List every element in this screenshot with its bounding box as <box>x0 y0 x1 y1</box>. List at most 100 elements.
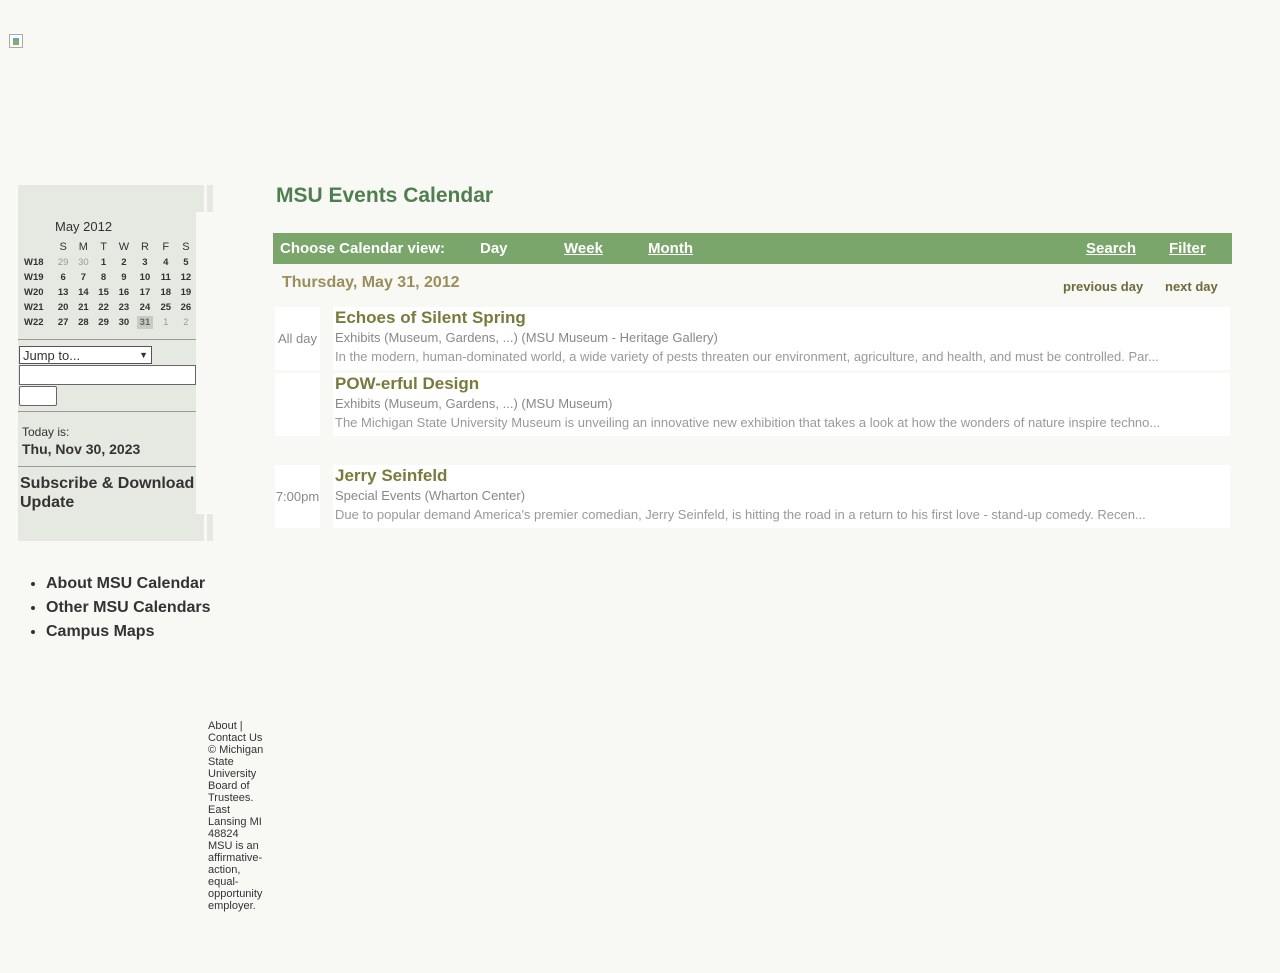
footer: About | Contact Us © Michigan State Univ… <box>208 720 264 912</box>
day-link[interactable]: 22 <box>94 300 114 315</box>
event-item: 7:00pm Jerry Seinfeld Special Events (Wh… <box>275 465 1230 528</box>
day-link[interactable]: 18 <box>156 285 176 300</box>
month-view-tab[interactable]: Month <box>648 240 693 257</box>
week-link[interactable]: W22 <box>21 315 53 330</box>
weekday-header: M <box>78 240 88 253</box>
subscribe-download-link[interactable]: Subscribe & Download <box>20 474 196 493</box>
day-link[interactable]: 1 <box>94 255 114 270</box>
day-link[interactable]: 30 <box>73 255 93 270</box>
broken-image-icon <box>9 34 23 48</box>
about-msu-calendar-link[interactable]: About MSU Calendar <box>46 574 210 598</box>
day-link[interactable]: 28 <box>73 315 93 330</box>
today-label: Today is: <box>22 425 70 439</box>
go-button[interactable] <box>19 386 57 406</box>
day-link[interactable]: 17 <box>134 285 156 300</box>
week-row: W22 27 28 29 30 31 1 2 <box>21 315 196 330</box>
event-body: POW-erful Design Exhibits (Museum, Garde… <box>333 373 1230 436</box>
event-title-link[interactable]: Jerry Seinfeld <box>335 466 1230 486</box>
day-link[interactable]: 7 <box>73 270 93 285</box>
event-category: Exhibits (Museum, Gardens, ...) (MSU Mus… <box>335 330 718 345</box>
day-link[interactable]: 23 <box>114 300 135 315</box>
choose-view-label: Choose Calendar view: <box>280 240 446 257</box>
day-link[interactable]: 24 <box>134 300 156 315</box>
day-link[interactable]: 29 <box>94 315 114 330</box>
previous-day-link[interactable]: previous day <box>1063 279 1143 294</box>
other-msu-calendars-link[interactable]: Other MSU Calendars <box>46 598 210 622</box>
day-link[interactable]: 11 <box>156 270 176 285</box>
event-category: Exhibits (Museum, Gardens, ...) (MSU Mus… <box>335 396 613 411</box>
week-view-tab[interactable]: Week <box>564 240 603 257</box>
week-link[interactable]: W18 <box>21 255 53 270</box>
day-link[interactable]: 21 <box>73 300 93 315</box>
week-col-header <box>21 238 53 255</box>
search-link[interactable]: Search <box>1086 240 1136 257</box>
day-link[interactable]: 19 <box>176 285 196 300</box>
day-link[interactable]: 13 <box>53 285 73 300</box>
mini-calendar-grid: S M T W R F S W18 29 30 1 2 3 4 5 W19 6 … <box>21 238 196 330</box>
day-link[interactable]: 2 <box>114 255 135 270</box>
event-time: 7:00pm <box>275 465 320 528</box>
event-description: In the modern, human-dominated world, a … <box>335 349 1159 364</box>
sidebar-top-bar <box>18 185 213 212</box>
sidebar-links: About MSU Calendar Other MSU Calendars C… <box>18 574 210 646</box>
campus-maps-link[interactable]: Campus Maps <box>46 622 210 646</box>
current-date: Thursday, May 31, 2012 <box>282 274 460 291</box>
event-title-link[interactable]: Echoes of Silent Spring <box>335 308 1230 328</box>
week-row: W19 6 7 8 9 10 11 12 <box>21 270 196 285</box>
event-item: POW-erful Design Exhibits (Museum, Garde… <box>275 373 1230 436</box>
week-link[interactable]: W21 <box>21 300 53 315</box>
event-title-link[interactable]: POW-erful Design <box>335 374 1230 394</box>
day-link[interactable]: 4 <box>156 255 176 270</box>
day-link[interactable]: 26 <box>176 300 196 315</box>
day-link[interactable]: 8 <box>94 270 114 285</box>
day-link[interactable]: 27 <box>53 315 73 330</box>
event-description: The Michigan State University Museum is … <box>335 415 1161 430</box>
day-link[interactable]: 14 <box>73 285 93 300</box>
day-link[interactable]: 25 <box>156 300 176 315</box>
sidebar: May 2012 S M T W R F S W18 29 30 1 2 3 4… <box>18 185 213 541</box>
subscribe-links: Subscribe & Download Update <box>18 472 196 514</box>
day-link[interactable]: 16 <box>114 285 135 300</box>
day-link[interactable]: 12 <box>176 270 196 285</box>
week-row: W18 29 30 1 2 3 4 5 <box>21 255 196 270</box>
event-item: All day Echoes of Silent Spring Exhibits… <box>275 307 1230 370</box>
day-link[interactable]: 9 <box>114 270 135 285</box>
filter-link[interactable]: Filter <box>1169 240 1206 257</box>
week-link[interactable]: W19 <box>21 270 53 285</box>
day-link[interactable]: 3 <box>134 255 156 270</box>
day-link[interactable]: 29 <box>53 255 73 270</box>
page-title: MSU Events Calendar <box>276 184 494 207</box>
mini-calendar-title[interactable]: May 2012 <box>21 218 196 236</box>
event-time: All day <box>275 307 320 370</box>
day-link[interactable]: 6 <box>53 270 73 285</box>
day-link[interactable]: 1 <box>156 315 176 330</box>
jump-to-select[interactable]: Jump to... ▼ <box>19 346 152 364</box>
weekday-header: F <box>162 240 170 253</box>
divider <box>18 411 196 412</box>
day-link[interactable]: 10 <box>134 270 156 285</box>
week-row: W20 13 14 15 16 17 18 19 <box>21 285 196 300</box>
weekday-header: W <box>118 240 130 253</box>
weekday-header: T <box>100 240 107 253</box>
day-link[interactable]: 2 <box>176 315 196 330</box>
jump-to-label: Jump to... <box>23 347 81 363</box>
selected-day-label: 31 <box>136 316 154 329</box>
search-input[interactable] <box>19 365 196 385</box>
event-body: Jerry Seinfeld Special Events (Wharton C… <box>333 465 1230 528</box>
update-link[interactable]: Update <box>20 493 196 512</box>
day-link[interactable]: 20 <box>53 300 73 315</box>
day-link[interactable]: 30 <box>114 315 135 330</box>
next-day-link[interactable]: next day <box>1165 279 1218 294</box>
divider <box>18 339 196 340</box>
mini-calendar: May 2012 S M T W R F S W18 29 30 1 2 3 4… <box>18 214 196 334</box>
weekday-header: S <box>59 240 67 253</box>
today-value[interactable]: Thu, Nov 30, 2023 <box>18 439 196 461</box>
event-time <box>275 373 320 436</box>
day-view-tab[interactable]: Day <box>480 240 508 257</box>
day-link[interactable]: 15 <box>94 285 114 300</box>
weekday-header: R <box>140 240 149 253</box>
selected-day[interactable]: 31 <box>134 315 156 330</box>
day-link[interactable]: 5 <box>176 255 196 270</box>
week-link[interactable]: W20 <box>21 285 53 300</box>
sidebar-bottom-bar <box>18 514 213 541</box>
